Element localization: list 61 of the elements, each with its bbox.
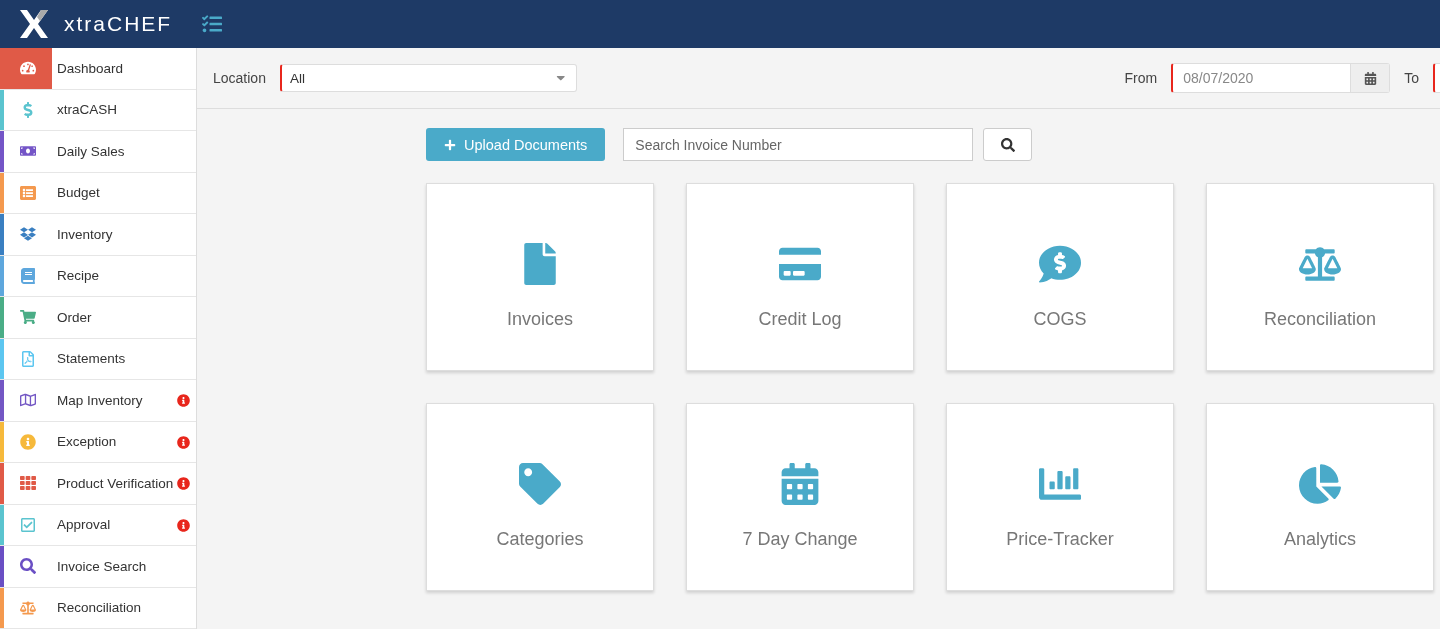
tile-label: Reconciliation bbox=[1263, 308, 1377, 330]
location-label: Location bbox=[213, 70, 266, 86]
calendar-icon bbox=[779, 462, 821, 505]
search-button[interactable] bbox=[983, 128, 1033, 161]
module-tile[interactable]: Analytics bbox=[1206, 403, 1434, 591]
module-tile[interactable]: 7 Day Change bbox=[686, 403, 914, 591]
sidebar-label: Dashboard bbox=[57, 60, 124, 76]
tile-label: Invoices bbox=[506, 308, 573, 330]
sidebar-item[interactable]: Approval bbox=[0, 504, 196, 546]
sidebar-label: Statements bbox=[57, 351, 126, 367]
sidebar-item[interactable]: Dashboard bbox=[0, 48, 196, 90]
from-date-field[interactable]: 08/07/2020 bbox=[1171, 63, 1391, 93]
sidebar-label: xtraCASH bbox=[57, 102, 117, 118]
sidebar-label: Order bbox=[57, 309, 92, 325]
plus-icon bbox=[444, 138, 456, 151]
calendar-icon bbox=[1363, 71, 1377, 85]
tile-label: Analytics bbox=[1284, 528, 1356, 550]
sidebar-item[interactable]: Recipe bbox=[0, 255, 196, 297]
sidebar-label: Approval bbox=[57, 517, 111, 533]
tile-label: Credit Log bbox=[758, 308, 842, 330]
brand-name: xtraCHEF bbox=[64, 12, 173, 36]
module-tile[interactable]: Price-Tracker bbox=[946, 403, 1174, 591]
sidebar-item[interactable]: Map Inventory bbox=[0, 380, 196, 422]
sidebar-item[interactable]: Reconciliation bbox=[0, 587, 196, 629]
module-tile[interactable]: Reconciliation bbox=[1206, 183, 1434, 371]
tile-label: 7 Day Change bbox=[742, 528, 858, 550]
invoice-search-field[interactable]: Search Invoice Number bbox=[623, 128, 974, 161]
module-tile[interactable]: Credit Log bbox=[686, 183, 914, 371]
module-tile[interactable]: COGS bbox=[946, 183, 1174, 371]
module-tile[interactable]: Invoices bbox=[426, 183, 654, 371]
sidebar-item[interactable]: Inventory bbox=[0, 214, 196, 256]
tile-label: Categories bbox=[496, 528, 584, 550]
to-label: To bbox=[1404, 70, 1419, 86]
sidebar-label: Invoice Search bbox=[57, 558, 147, 574]
logo-icon bbox=[18, 8, 50, 40]
sidebar-label: Map Inventory bbox=[57, 392, 143, 408]
tag-icon bbox=[519, 462, 561, 505]
calendar-button[interactable] bbox=[1350, 64, 1390, 92]
sidebar-item[interactable]: Budget bbox=[0, 172, 196, 214]
location-select[interactable]: All bbox=[279, 64, 577, 92]
from-label: From bbox=[1124, 70, 1158, 86]
sidebar-label: Product Verification bbox=[57, 475, 174, 491]
sidebar-label: Budget bbox=[57, 185, 100, 201]
sidebar-label: Inventory bbox=[57, 226, 113, 242]
search-icon bbox=[1000, 137, 1015, 152]
sidebar-item[interactable]: Product Verification bbox=[0, 463, 196, 505]
sidebar-label: Daily Sales bbox=[57, 143, 125, 159]
sidebar-item[interactable]: Statements bbox=[0, 338, 196, 380]
sidebar-label: Recipe bbox=[57, 268, 100, 284]
sidebar-item[interactable]: Order bbox=[0, 297, 196, 339]
sidebar-label: Exception bbox=[57, 434, 117, 450]
sidebar-label: Reconciliation bbox=[57, 600, 142, 616]
module-tile[interactable]: Categories bbox=[426, 403, 654, 591]
sidebar-item[interactable]: xtraCASH bbox=[0, 89, 196, 131]
sidebar-item[interactable]: Invoice Search bbox=[0, 546, 196, 588]
checklist-menu-icon[interactable] bbox=[202, 14, 223, 34]
tile-label: COGS bbox=[1033, 308, 1087, 330]
pie-chart-icon bbox=[1299, 462, 1341, 505]
tile-label: Price-Tracker bbox=[1006, 528, 1114, 550]
sidebar-item[interactable]: Daily Sales bbox=[0, 131, 196, 173]
sidebar-item[interactable]: Exception bbox=[0, 421, 196, 463]
